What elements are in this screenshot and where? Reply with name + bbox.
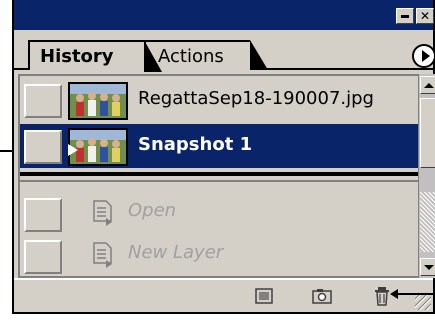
minimize-button[interactable] [396, 8, 414, 24]
scroll-track[interactable] [420, 192, 435, 252]
snapshot-row-selected[interactable]: Snapshot 1 [20, 124, 420, 168]
snapshot-row[interactable]: RegattaSep18-190007.jpg [20, 78, 420, 122]
history-state-row[interactable]: New Layer [20, 234, 420, 278]
snapshot-divider-shadow [20, 180, 420, 182]
history-panel: ✕ Actions History RegattaSep18-190007.jp… [12, 0, 435, 314]
panel-titlebar[interactable]: ✕ [14, 0, 434, 30]
document-state-icon [93, 200, 112, 226]
snapshot-label: Snapshot 1 [138, 134, 253, 155]
history-list: RegattaSep18-190007.jpg Snapshot 1 Open … [18, 74, 420, 278]
tab-history[interactable]: History [28, 40, 162, 72]
history-state-slider-icon[interactable] [68, 144, 78, 156]
tab-history-label: History [40, 45, 114, 67]
history-state-label: New Layer [128, 242, 224, 263]
scroll-down-button[interactable] [420, 258, 435, 276]
new-document-icon [255, 288, 273, 304]
tab-actions-label: Actions [158, 45, 224, 67]
arrow-down-icon [424, 264, 434, 270]
new-document-button[interactable] [252, 286, 276, 306]
tab-strip: Actions History [14, 30, 435, 72]
document-state-icon [93, 242, 112, 268]
history-brush-source-box[interactable] [24, 84, 62, 118]
history-state-row[interactable]: Open [20, 192, 420, 236]
history-toolbar [14, 278, 433, 312]
resize-grip[interactable] [415, 294, 431, 310]
history-brush-source-box[interactable] [24, 130, 62, 164]
scroll-up-button[interactable] [420, 76, 435, 94]
create-snapshot-button[interactable] [310, 286, 334, 306]
scroll-thumb[interactable] [420, 98, 435, 168]
history-brush-source-box[interactable] [24, 198, 62, 232]
panel-menu-button[interactable] [412, 44, 435, 68]
camera-icon [312, 289, 332, 304]
snapshot-label: RegattaSep18-190007.jpg [138, 88, 374, 109]
photo-thumbnail-icon [70, 130, 126, 164]
history-state-label: Open [128, 200, 177, 221]
arrow-up-icon [424, 82, 434, 88]
callout-line-right [396, 293, 435, 295]
history-brush-source-box[interactable] [24, 240, 62, 274]
close-button[interactable]: ✕ [416, 8, 434, 24]
snapshot-divider [20, 172, 420, 176]
photo-thumbnail-icon [70, 84, 126, 118]
trash-icon [375, 287, 389, 306]
vertical-scrollbar[interactable] [418, 74, 435, 278]
snapshot-thumbnail [68, 82, 128, 120]
